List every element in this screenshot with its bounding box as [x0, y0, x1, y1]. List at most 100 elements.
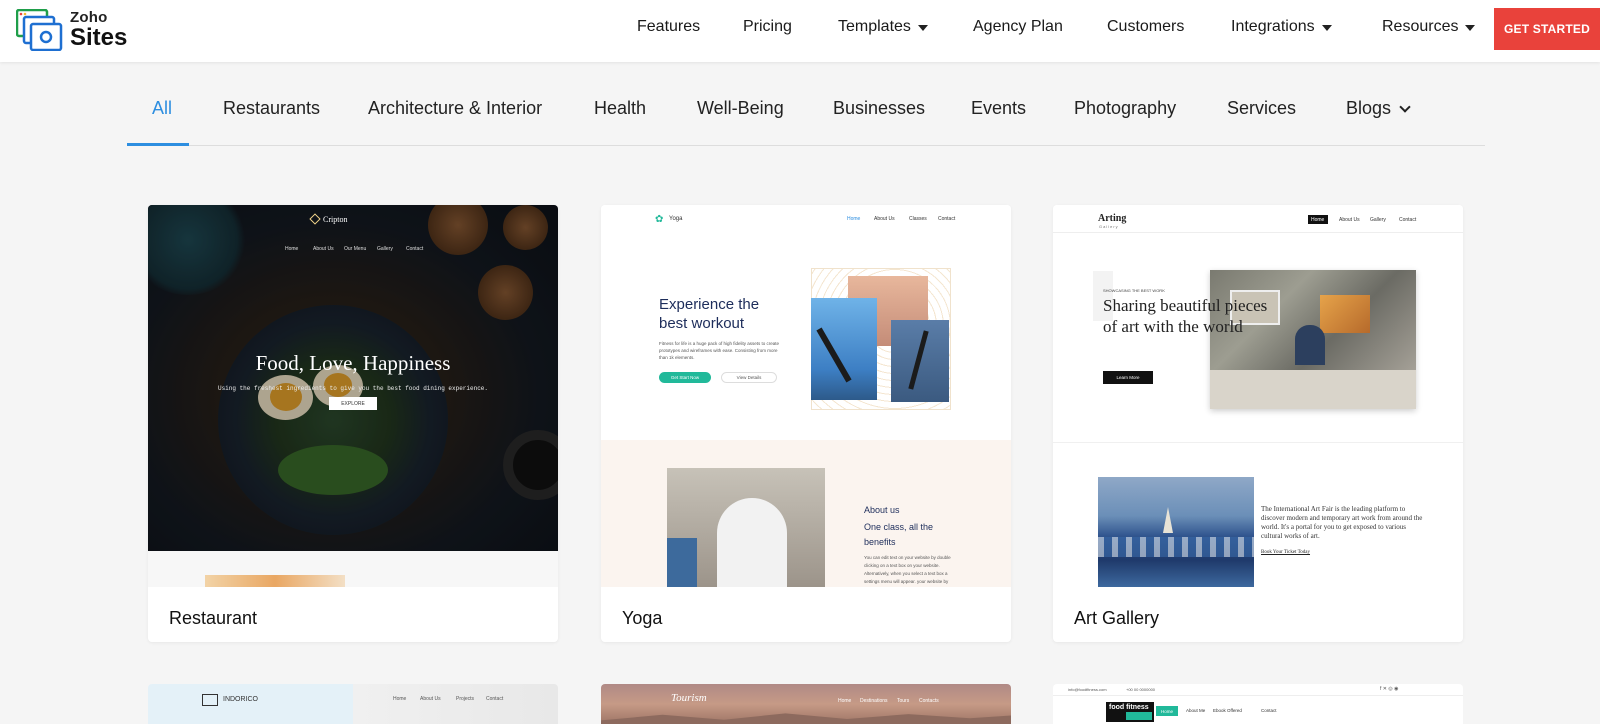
- yoga-preview-title: Experience the best workout: [659, 296, 760, 332]
- tab-health[interactable]: Health: [594, 98, 646, 119]
- sailboat-image: [1163, 507, 1173, 533]
- caret-down-icon: [1465, 25, 1476, 31]
- instructor-figure: [717, 498, 787, 587]
- art-preview-body: The International Art Fair is the leadin…: [1261, 505, 1423, 540]
- yoga-preview-nav-item: Classes: [909, 216, 927, 222]
- art-preview-hero: Arting Gallery Home About Us Gallery Con…: [1053, 205, 1463, 442]
- waves-image: [1098, 537, 1254, 557]
- restaurant-preview-nav-item: Gallery: [377, 246, 393, 252]
- yoga-preview-about-title: One class, all the benefits: [864, 522, 934, 547]
- yoga-preview-text: Fitness for life is a huge pack of high …: [659, 341, 780, 360]
- tab-restaurants[interactable]: Restaurants: [223, 98, 320, 119]
- template-card-tourism[interactable]: Tourism Home Destinations Tours Contacts: [601, 684, 1011, 724]
- nav-templates-label: Templates: [838, 18, 911, 35]
- canvas-on-wall: [1320, 295, 1370, 333]
- restaurant-preview-nav-item: About Us: [313, 246, 334, 252]
- category-tabs: All Restaurants Architecture & Interior …: [127, 88, 1485, 146]
- food-fitness-preview-nav-item: Home: [1156, 706, 1178, 716]
- table-surface: [1210, 370, 1416, 409]
- nav-customers[interactable]: Customers: [1107, 18, 1184, 36]
- restaurant-preview-nav-item: Our Menu: [344, 246, 367, 252]
- tourism-preview-nav-item: Contacts: [919, 698, 939, 704]
- tab-architecture-interior[interactable]: Architecture & Interior: [368, 98, 542, 119]
- yoga-preview-secondary-button: View Details: [721, 372, 777, 383]
- tab-all-label: All: [152, 98, 173, 118]
- tab-blogs[interactable]: Blogs: [1346, 98, 1411, 119]
- tab-businesses-label: Businesses: [833, 98, 926, 118]
- food-fitness-preview-brand: food fitness: [1109, 704, 1149, 711]
- art-preview-title: Sharing beautiful pieces of art with the…: [1103, 296, 1268, 336]
- get-started-button[interactable]: GET STARTED: [1494, 8, 1600, 50]
- nav-resources-label: Resources: [1382, 18, 1459, 35]
- template-card-restaurant[interactable]: Cripton Home About Us Our Menu Gallery C…: [148, 205, 558, 642]
- tab-services[interactable]: Services: [1227, 98, 1296, 119]
- food-fitness-logo: food fitness: [1106, 702, 1154, 722]
- art-preview-nav-item: Contact: [1399, 217, 1417, 223]
- tourism-preview-brand: Tourism: [671, 692, 707, 704]
- tab-photography[interactable]: Photography: [1074, 98, 1176, 119]
- lotus-logo-icon: ✿: [655, 214, 664, 225]
- nav-resources[interactable]: Resources: [1382, 18, 1476, 36]
- tab-restaurants-label: Restaurants: [223, 98, 321, 118]
- food-fitness-email: info@foodfitness.com: [1068, 687, 1107, 692]
- tourism-preview-nav-item: Home: [838, 698, 852, 704]
- template-card-food-fitness[interactable]: info@foodfitness.com +00 00 0000000 f ✕ …: [1053, 684, 1463, 724]
- tab-well-being-label: Well-Being: [697, 98, 784, 118]
- restaurant-preview-brand: Cripton: [323, 215, 348, 224]
- nav-features[interactable]: Features: [637, 18, 700, 36]
- food-fitness-topbar: [1053, 684, 1463, 696]
- yoga-preview-primary-button: Get Start Now: [659, 372, 711, 383]
- restaurant-hero-image: Cripton Home About Us Our Menu Gallery C…: [148, 205, 558, 551]
- tab-all[interactable]: All: [152, 98, 172, 119]
- seascape-painting: [1098, 477, 1254, 587]
- tab-events[interactable]: Events: [971, 98, 1026, 119]
- art-preview-brand-sub: Gallery: [1099, 224, 1119, 229]
- art-preview-nav-item: Home: [1311, 217, 1325, 223]
- tourism-preview-nav-item: Tours: [897, 698, 910, 704]
- nav-pricing[interactable]: Pricing: [743, 18, 792, 36]
- tab-blogs-label: Blogs: [1346, 98, 1392, 118]
- restaurant-preview-button: EXPLORE: [329, 397, 377, 410]
- caret-down-icon: [1321, 25, 1332, 31]
- yoga-photo: [811, 298, 877, 400]
- zoho-sites-logo[interactable]: Zoho Sites: [15, 8, 136, 52]
- food-image: [205, 575, 345, 587]
- nav-templates[interactable]: Templates: [838, 18, 928, 36]
- nav-integrations[interactable]: Integrations: [1231, 18, 1332, 36]
- card-title-art-gallery: Art Gallery: [1074, 608, 1160, 628]
- yoga-preview-brand: Yoga: [669, 216, 683, 222]
- yoga-preview-about-label: About us: [864, 505, 900, 515]
- template-preview-restaurant: Cripton Home About Us Our Menu Gallery C…: [148, 205, 558, 587]
- indorico-preview-brand: INDORICO: [223, 696, 258, 703]
- logo-text-zoho: Zoho: [70, 9, 108, 26]
- template-card-yoga[interactable]: ✿ Yoga Home About Us Classes Contact Exp…: [601, 205, 1011, 642]
- artist-painting-photo: [1210, 270, 1416, 409]
- tab-photography-label: Photography: [1074, 98, 1177, 118]
- tab-businesses[interactable]: Businesses: [833, 98, 925, 119]
- template-card-indorico[interactable]: INDORICO Home About Us Projects Contact: [148, 684, 558, 724]
- food-fitness-phone: +00 00 0000000: [1126, 687, 1156, 692]
- hero-overlay: [148, 205, 558, 551]
- art-preview-nav-item: Gallery: [1370, 217, 1386, 223]
- food-fitness-preview-nav-item: Ebook Offered: [1213, 708, 1242, 713]
- tab-health-label: Health: [594, 98, 647, 118]
- indorico-preview-nav-item: Home: [393, 696, 407, 702]
- restaurant-preview-lower: [148, 551, 558, 587]
- artist-figure: [1295, 325, 1325, 365]
- art-preview-header-divider: [1053, 232, 1463, 233]
- tourism-preview-nav-item: Destinations: [860, 698, 888, 704]
- restaurant-preview-title: Food, Love, Happiness: [255, 351, 451, 375]
- yoga-preview-about-text: You can edit text on your website by dou…: [864, 555, 951, 584]
- nav-customers-label: Customers: [1107, 18, 1185, 35]
- nav-integrations-label: Integrations: [1231, 18, 1315, 35]
- food-fitness-preview-nav-item: Contact: [1261, 708, 1277, 713]
- indorico-logo-icon: [202, 694, 218, 706]
- template-card-art-gallery[interactable]: Arting Gallery Home About Us Gallery Con…: [1053, 205, 1463, 642]
- restaurant-preview-subtitle: Using the freshest ingredients to give y…: [217, 385, 489, 392]
- yoga-preview-nav-item: Contact: [938, 216, 956, 222]
- nav-agency-plan[interactable]: Agency Plan: [973, 18, 1063, 36]
- yoga-instructor-photo: [667, 468, 825, 587]
- food-fitness-logo-accent: [1126, 712, 1152, 720]
- tab-well-being[interactable]: Well-Being: [697, 98, 784, 119]
- tab-services-label: Services: [1227, 98, 1297, 118]
